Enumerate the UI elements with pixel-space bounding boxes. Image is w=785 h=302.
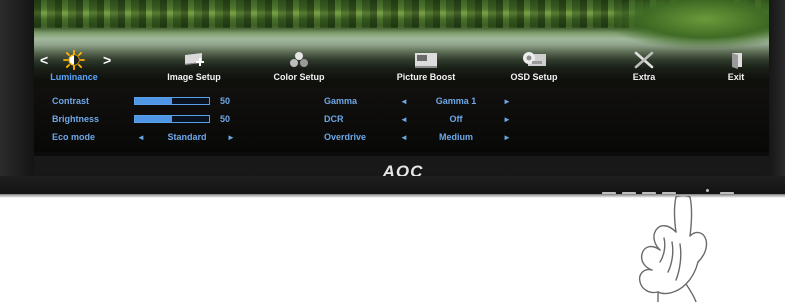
gamma-right-arrow[interactable]: ► [503, 97, 511, 106]
menu-item-osd-setup[interactable]: OSD Setup [484, 50, 584, 84]
exit-icon [732, 53, 742, 69]
gamma-left-arrow[interactable]: ◄ [400, 97, 408, 106]
gamma-value: Gamma 1 [435, 96, 477, 106]
extra-tools-icon [634, 51, 654, 69]
brightness-value: 50 [220, 114, 231, 124]
menu-item-picture-boost[interactable]: Picture Boost [376, 50, 476, 84]
menu-label-osd-setup: OSD Setup [510, 72, 558, 82]
menu-label-color-setup: Color Setup [273, 72, 325, 82]
menu-label-exit: Exit [727, 72, 745, 82]
dcr-label: DCR [324, 114, 344, 124]
eco-mode-label: Eco mode [52, 132, 96, 142]
brightness-label: Brightness [52, 114, 100, 124]
bezel-right-edge [769, 0, 785, 178]
overdrive-right-arrow[interactable]: ► [503, 133, 511, 142]
menu-label-extra: Extra [632, 72, 656, 82]
sun-brightness-icon [63, 50, 85, 70]
osd-setup-icon [523, 52, 546, 66]
pointing-hand-icon [638, 196, 708, 302]
eco-mode-left-arrow[interactable]: ◄ [137, 133, 145, 142]
eco-mode-right-arrow[interactable]: ► [227, 133, 235, 142]
overdrive-value: Medium [438, 132, 473, 142]
eco-mode-value: Standard [167, 132, 207, 142]
dcr-value: Off [449, 114, 463, 124]
osd-menu-bar: < > Luminance Image Setup Color Setup Pi… [34, 48, 769, 84]
dcr-right-arrow[interactable]: ► [503, 115, 511, 124]
power-indicator-light [706, 189, 709, 192]
gamma-label: Gamma [324, 96, 358, 106]
menu-label-image-setup: Image Setup [167, 72, 221, 82]
settings-panel: Contrast 50 Brightness 50 Eco mode ◄ Sta… [34, 88, 769, 152]
shrub-cluster [609, 0, 769, 48]
menu-item-exit[interactable]: Exit [686, 50, 785, 84]
menu-item-luminance[interactable]: Luminance [24, 50, 124, 84]
overdrive-label: Overdrive [324, 132, 367, 142]
dcr-left-arrow[interactable]: ◄ [400, 115, 408, 124]
menu-label-luminance: Luminance [50, 72, 98, 82]
menu-item-image-setup[interactable]: Image Setup [144, 50, 244, 84]
contrast-slider-fill [135, 98, 172, 104]
brightness-slider-fill [135, 116, 172, 122]
image-setup-icon [185, 53, 204, 66]
contrast-label: Contrast [52, 96, 90, 106]
contrast-slider[interactable] [134, 97, 210, 105]
menu-item-extra[interactable]: Extra [594, 50, 694, 84]
contrast-value: 50 [220, 96, 231, 106]
overdrive-left-arrow[interactable]: ◄ [400, 133, 408, 142]
brightness-slider[interactable] [134, 115, 210, 123]
menu-label-picture-boost: Picture Boost [396, 72, 456, 82]
color-setup-icon [290, 52, 308, 67]
bezel-left-edge [0, 0, 34, 178]
menu-item-color-setup[interactable]: Color Setup [249, 50, 349, 84]
osd-menu: < > Luminance Image Setup Color Setup Pi… [34, 48, 769, 154]
picture-boost-icon [415, 53, 437, 68]
